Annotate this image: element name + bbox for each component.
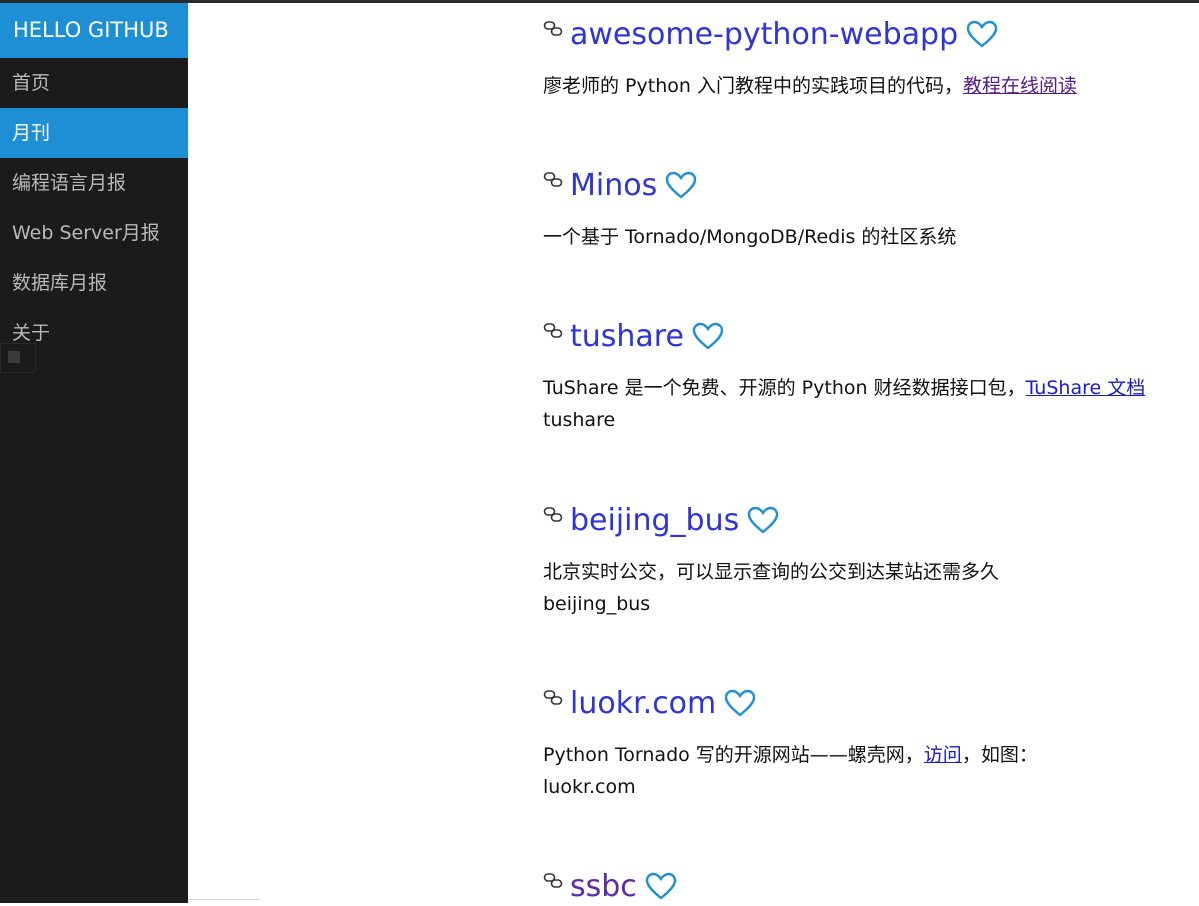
heart-icon[interactable] bbox=[724, 689, 756, 717]
sidebar-item-language-monthly[interactable]: 编程语言月报 bbox=[0, 158, 188, 208]
square-icon bbox=[8, 351, 20, 363]
sidebar-item-database-monthly[interactable]: 数据库月报 bbox=[0, 258, 188, 308]
link-icon[interactable] bbox=[543, 871, 565, 891]
brand-logo[interactable]: HELLO GITHUB bbox=[0, 3, 188, 58]
description-text: 一个基于 Tornado/MongoDB/Redis 的社区系统 bbox=[543, 226, 957, 248]
project-item: luokr.com Python Tornado 写的开源网站——螺壳网，访问，… bbox=[543, 683, 1193, 803]
link-icon[interactable] bbox=[543, 505, 565, 525]
project-description: 北京实时公交，可以显示查询的公交到达某站还需多久 beijing_bus bbox=[543, 556, 1193, 620]
project-title-link[interactable]: awesome-python-webapp bbox=[570, 17, 958, 52]
link-icon[interactable] bbox=[543, 19, 565, 39]
heart-icon[interactable] bbox=[665, 171, 697, 199]
project-description: Python Tornado 写的开源网站——螺壳网，访问，如图： luokr.… bbox=[543, 739, 1193, 803]
sidebar-item-monthly[interactable]: 月刊 bbox=[0, 108, 188, 158]
project-description: TuShare 是一个免费、开源的 Python 财经数据接口包，TuShare… bbox=[543, 372, 1193, 436]
description-text: Python Tornado 写的开源网站——螺壳网， bbox=[543, 744, 924, 766]
link-icon[interactable] bbox=[543, 170, 565, 190]
project-item: tushare TuShare 是一个免费、开源的 Python 财经数据接口包… bbox=[543, 316, 1193, 436]
heart-icon[interactable] bbox=[645, 872, 677, 900]
docs-link[interactable]: TuShare 文档 bbox=[1026, 377, 1146, 399]
project-description: 廖老师的 Python 入门教程中的实践项目的代码，教程在线阅读 bbox=[543, 70, 1193, 102]
project-item: ssbc bbox=[543, 866, 1193, 906]
link-icon[interactable] bbox=[543, 688, 565, 708]
project-description: 一个基于 Tornado/MongoDB/Redis 的社区系统 bbox=[543, 221, 1193, 253]
project-title-link[interactable]: luokr.com bbox=[570, 686, 716, 721]
description-suffix: ，如图： bbox=[961, 744, 1038, 766]
project-title-link[interactable]: Minos bbox=[570, 168, 657, 203]
tutorial-link[interactable]: 教程在线阅读 bbox=[963, 75, 1077, 97]
heart-icon[interactable] bbox=[966, 20, 998, 48]
description-text: TuShare 是一个免费、开源的 Python 财经数据接口包， bbox=[543, 377, 1026, 399]
visit-link[interactable]: 访问 bbox=[924, 744, 962, 766]
description-text: 廖老师的 Python 入门教程中的实践项目的代码， bbox=[543, 75, 963, 97]
sidebar: HELLO GITHUB 首页 月刊 编程语言月报 Web Server月报 数… bbox=[0, 3, 188, 903]
heart-icon[interactable] bbox=[747, 506, 779, 534]
image-alt-text: luokr.com bbox=[543, 776, 636, 798]
sidebar-toggle-button[interactable] bbox=[0, 343, 36, 373]
sidebar-item-webserver-monthly[interactable]: Web Server月报 bbox=[0, 208, 188, 258]
project-item: awesome-python-webapp 廖老师的 Python 入门教程中的… bbox=[543, 14, 1193, 102]
project-title-link[interactable]: ssbc bbox=[570, 869, 637, 904]
project-item: Minos 一个基于 Tornado/MongoDB/Redis 的社区系统 bbox=[543, 165, 1193, 253]
description-text: 北京实时公交，可以显示查询的公交到达某站还需多久 bbox=[543, 561, 1000, 583]
image-alt-text: tushare bbox=[543, 409, 616, 431]
project-title-link[interactable]: tushare bbox=[570, 319, 684, 354]
image-alt-text: beijing_bus bbox=[543, 593, 651, 615]
sidebar-item-home[interactable]: 首页 bbox=[0, 58, 188, 108]
project-item: beijing_bus 北京实时公交，可以显示查询的公交到达某站还需多久 bei… bbox=[543, 500, 1193, 620]
heart-icon[interactable] bbox=[692, 322, 724, 350]
divider bbox=[188, 899, 260, 900]
link-icon[interactable] bbox=[543, 321, 565, 341]
project-title-link[interactable]: beijing_bus bbox=[570, 503, 739, 538]
